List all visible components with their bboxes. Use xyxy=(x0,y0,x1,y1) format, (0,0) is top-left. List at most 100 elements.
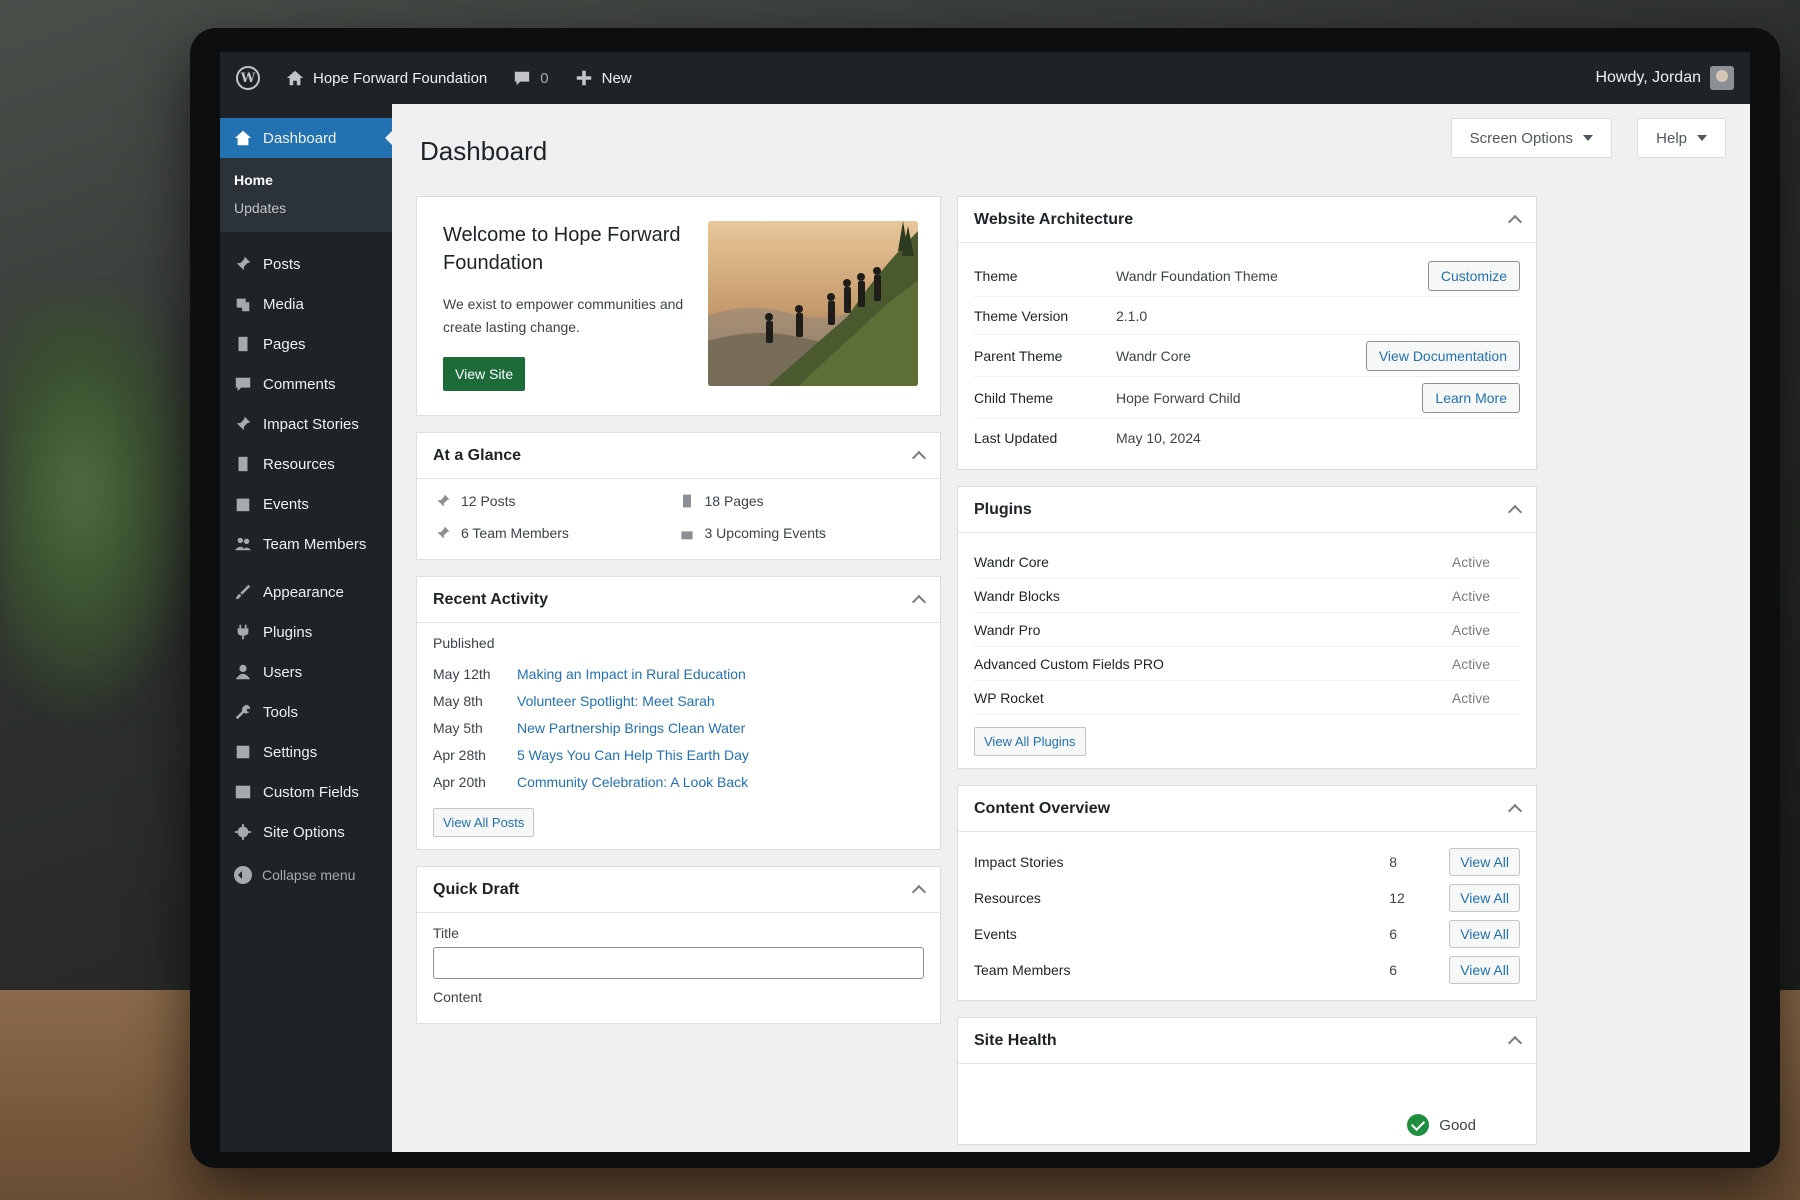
collapse-chevron-icon[interactable] xyxy=(911,594,927,610)
submenu-updates[interactable]: Updates xyxy=(220,194,392,222)
sidebar-item-pages[interactable]: Pages xyxy=(220,324,392,364)
sidebar-item-label: Plugins xyxy=(263,623,313,641)
architecture-row: Last Updated May 10, 2024 xyxy=(974,419,1520,457)
help-button[interactable]: Help xyxy=(1637,118,1726,158)
collapse-menu-button[interactable]: Collapse menu xyxy=(220,852,392,898)
activity-row: May 5th New Partnership Brings Clean Wate… xyxy=(433,715,924,742)
sidebar-item-settings[interactable]: Settings xyxy=(220,732,392,772)
account-menu[interactable]: Howdy, Jordan xyxy=(1595,66,1734,90)
plugin-status: Active xyxy=(1451,621,1490,638)
collapse-chevron-icon[interactable] xyxy=(1507,504,1523,520)
architecture-value: May 10, 2024 xyxy=(1116,430,1201,446)
sidebar-item-label: Tools xyxy=(263,703,299,721)
widget-title: At a Glance xyxy=(433,446,522,464)
comments-link[interactable]: 0 xyxy=(513,69,549,87)
sidebar-item-impact-stories[interactable]: Impact Stories xyxy=(220,404,392,444)
glance-posts[interactable]: 12 Posts xyxy=(435,493,679,509)
architecture-list: Theme Wandr Foundation Theme Customize Them… xyxy=(958,243,1536,469)
activity-post-link[interactable]: Volunteer Spotlight: Meet Sarah xyxy=(517,688,715,715)
submenu-home[interactable]: Home xyxy=(220,166,392,194)
pages-icon xyxy=(238,456,248,472)
glance-events[interactable]: 3 Upcoming Events xyxy=(679,525,923,541)
user-icon xyxy=(235,664,251,680)
home-icon xyxy=(286,70,304,86)
activity-post-link[interactable]: Community Celebration: A Look Back xyxy=(517,769,748,796)
architecture-key: Last Updated xyxy=(974,430,1058,446)
sidebar-item-resources[interactable]: Resources xyxy=(220,444,392,484)
content-type-name: Impact Stories xyxy=(974,854,1064,870)
view-site-button[interactable]: View Site xyxy=(443,357,526,391)
site-health-status: Good xyxy=(1407,1114,1476,1136)
plugin-status: Active xyxy=(1451,655,1490,672)
sidebar-item-team-members[interactable]: Team Members xyxy=(220,524,392,564)
content-overview-row: Team Members 6 View All xyxy=(974,952,1520,988)
architecture-key: Parent Theme xyxy=(974,347,1063,364)
architecture-value: 2.1.0 xyxy=(1116,307,1148,324)
sidebar-item-media[interactable]: Media xyxy=(220,284,392,324)
title-input[interactable] xyxy=(433,947,924,979)
new-content-link[interactable]: New xyxy=(575,69,632,87)
screen-options-label: Screen Options xyxy=(1469,129,1573,147)
content-type-name: Team Members xyxy=(974,962,1071,978)
architecture-value: Wandr Core xyxy=(1116,347,1191,364)
activity-date: Apr 20th xyxy=(433,774,486,790)
welcome-panel: Welcome to Hope Forward Foundation We ex… xyxy=(416,196,941,416)
wordpress-logo-button[interactable]: W xyxy=(236,66,260,90)
caret-down-icon xyxy=(1583,135,1593,141)
calendar-icon xyxy=(680,528,693,540)
view-all-button[interactable]: View All xyxy=(1449,848,1520,876)
collapse-chevron-icon[interactable] xyxy=(1507,214,1523,230)
view-documentation-button[interactable]: View Documentation xyxy=(1365,340,1520,371)
monitor-screen: W Hope Forward Foundation 0 New Howdy, J… xyxy=(220,52,1750,1152)
check-circle-icon xyxy=(1407,1114,1430,1136)
view-all-plugins-button[interactable]: View All Plugins xyxy=(974,727,1086,756)
sidebar-item-plugins[interactable]: Plugins xyxy=(220,612,392,652)
comments-count: 0 xyxy=(540,69,549,87)
plugin-status: Active xyxy=(1451,587,1490,604)
glance-pages[interactable]: 18 Pages xyxy=(679,493,923,509)
screen-options-button[interactable]: Screen Options xyxy=(1450,118,1612,158)
sidebar-item-events[interactable]: Events xyxy=(220,484,392,524)
sidebar-item-dashboard[interactable]: Dashboard xyxy=(220,118,393,158)
page-title: Dashboard xyxy=(420,136,548,166)
sidebar-content-group: Posts Media Pages Comments Impact Stories Res… xyxy=(220,244,392,564)
sidebar-item-appearance[interactable]: Appearance xyxy=(220,572,392,612)
site-name-link[interactable]: Hope Forward Foundation xyxy=(286,69,487,87)
sidebar-item-tools[interactable]: Tools xyxy=(220,692,392,732)
widget-title: Content Overview xyxy=(974,799,1111,817)
view-all-button[interactable]: View All xyxy=(1449,920,1520,948)
architecture-row: Parent Theme Wandr Core View Documentation xyxy=(974,335,1520,377)
learn-more-button[interactable]: Learn More xyxy=(1422,382,1520,413)
wrench-icon xyxy=(235,704,251,720)
collapse-chevron-icon[interactable] xyxy=(1507,1035,1523,1051)
view-all-button[interactable]: View All xyxy=(1449,956,1520,984)
plus-icon xyxy=(576,70,591,86)
content-type-name: Resources xyxy=(974,890,1041,906)
activity-row: Apr 20th Community Celebration: A Look Ba… xyxy=(433,769,924,796)
plugin-status: Active xyxy=(1451,553,1490,570)
activity-post-link[interactable]: 5 Ways You Can Help This Earth Day xyxy=(517,742,749,769)
sidebar-item-site-options[interactable]: Site Options xyxy=(220,812,392,852)
background-plant xyxy=(0,300,200,720)
new-label: New xyxy=(601,69,632,87)
sidebar-item-posts[interactable]: Posts xyxy=(220,244,392,284)
collapse-chevron-icon[interactable] xyxy=(1507,803,1523,819)
collapse-chevron-icon[interactable] xyxy=(911,884,927,900)
content-overview-row: Resources 12 View All xyxy=(974,880,1520,916)
sidebar-item-comments[interactable]: Comments xyxy=(220,364,392,404)
collapse-chevron-icon[interactable] xyxy=(911,450,927,466)
sidebar-item-label: Resources xyxy=(263,455,335,473)
customize-button[interactable]: Customize xyxy=(1427,260,1520,291)
sidebar-item-label: Dashboard xyxy=(263,129,337,147)
sidebar-item-custom-fields[interactable]: Custom Fields xyxy=(220,772,392,812)
glance-team-members[interactable]: 6 Team Members xyxy=(435,525,679,541)
sidebar-item-users[interactable]: Users xyxy=(220,652,392,692)
view-all-posts-button[interactable]: View All Posts xyxy=(433,808,535,837)
dashboard-icon xyxy=(234,130,252,146)
activity-post-link[interactable]: Making an Impact in Rural Education xyxy=(517,661,746,688)
right-column: Website Architecture Theme Wandr Foundati… xyxy=(957,196,1537,1152)
activity-post-link[interactable]: New Partnership Brings Clean Water xyxy=(517,715,745,742)
plugin-row: Advanced Custom Fields PRO Active xyxy=(974,647,1520,681)
view-all-button[interactable]: View All xyxy=(1449,884,1520,912)
gear-icon xyxy=(234,823,252,841)
